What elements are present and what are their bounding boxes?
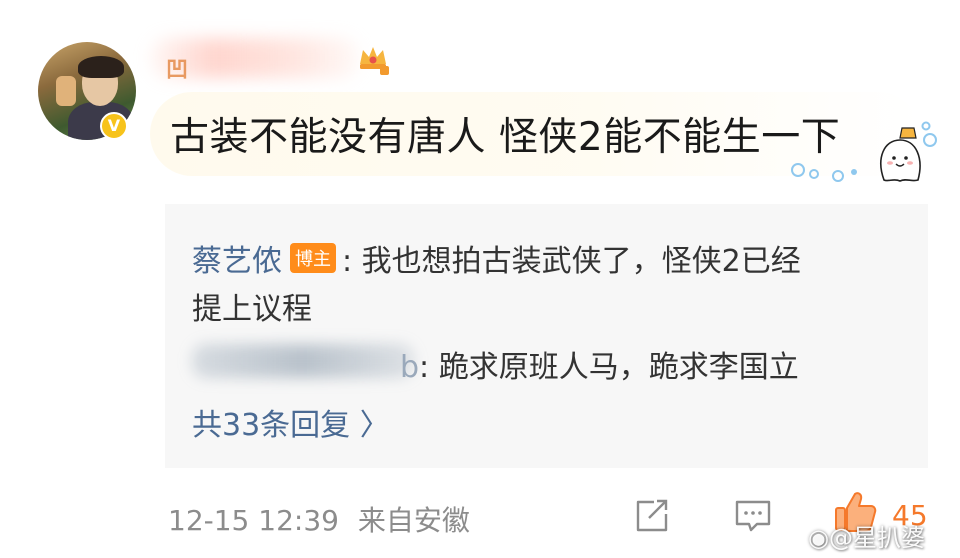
comment-timestamp: 12-15 12:39 — [168, 504, 339, 537]
comment-icon[interactable] — [733, 497, 773, 535]
watermark: ◉@星扒婆 — [808, 518, 925, 553]
reply-text: : 我也想拍古装武侠了，怪侠2已经 — [342, 244, 801, 279]
crown-level-icon — [360, 47, 389, 75]
reply-author-name[interactable]: 蔡艺侬 — [192, 244, 282, 279]
reply-item-1[interactable]: 蔡艺侬 博主: 我也想拍古装武侠了，怪侠2已经 — [192, 236, 801, 280]
avatar-hair-shape — [78, 56, 124, 78]
share-icon[interactable] — [632, 497, 670, 535]
weibo-logo-icon: ◉ — [808, 524, 829, 552]
watermark-text: @星扒婆 — [828, 524, 925, 552]
comment-meta: 12-15 12:39 来自安徽 — [168, 499, 470, 539]
reply-author-name-suffix: b — [400, 350, 420, 385]
reply-item-2[interactable]: b: 跪求原班人马，跪求李国立 — [400, 342, 799, 386]
comment-card: V 凹 古装不能没有唐人 怪侠2能不能生一下 蔡艺侬 博主: 我也想拍古装武侠了，… — [0, 0, 960, 558]
verified-badge-icon: V — [100, 112, 128, 140]
reply-item-1-continued: 提上议程 — [192, 284, 312, 328]
avatar-hand-shape — [56, 76, 76, 106]
cute-ghost-bubble-icon — [791, 121, 937, 182]
host-tag-badge: 博主 — [290, 243, 336, 273]
reply-text: : 跪求原班人马，跪求李国立 — [419, 350, 799, 385]
reply-author-name-blurred[interactable] — [192, 344, 414, 378]
view-all-replies-link[interactable]: 共33条回复 〉 — [192, 400, 390, 444]
username-visible-prefix: 凹 — [166, 58, 189, 83]
reply-text-continued: 提上议程 — [192, 292, 312, 327]
comment-text: 古装不能没有唐人 怪侠2能不能生一下 — [170, 115, 841, 160]
comment-source: 来自安徽 — [357, 504, 470, 537]
